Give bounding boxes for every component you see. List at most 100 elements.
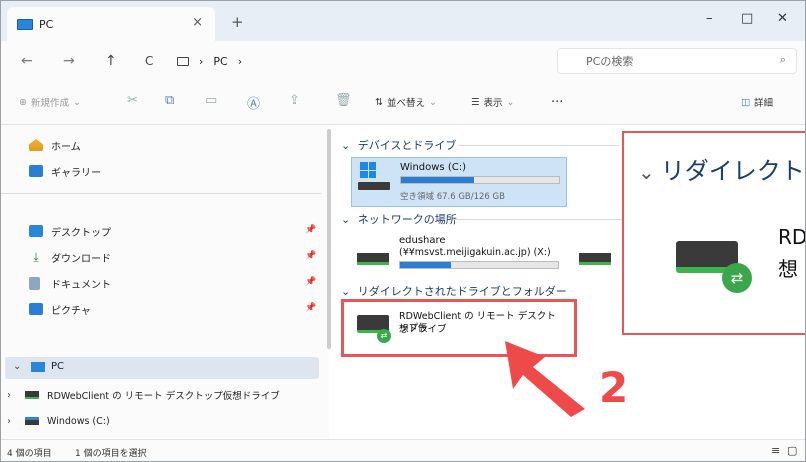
command-bar: ⊕ 新規作成 ⌄ ✂ ⧉ ▭ Ⓐ ⇪ 🗑 ⇅ 並べ替え ⌄ ☰ 表示 ⌄ ...…	[1, 81, 805, 125]
share-icon[interactable]: ⇪	[289, 93, 300, 108]
tree-item-label: Windows (C:)	[47, 415, 110, 427]
tree-item-label: PC	[51, 361, 65, 372]
copy-icon[interactable]: ⧉	[165, 93, 174, 108]
group-divider	[459, 145, 619, 146]
maximize-icon[interactable]: □	[741, 11, 753, 26]
tab-close-icon[interactable]: ×	[192, 15, 203, 30]
tab-pc[interactable]: PC ×	[7, 7, 215, 41]
new-tab-icon[interactable]: +	[231, 13, 244, 31]
minimize-icon[interactable]: –	[706, 11, 713, 26]
gallery-icon	[29, 165, 43, 177]
delete-icon[interactable]: 🗑	[335, 93, 352, 108]
group-devices-header[interactable]: ⌄ デバイスとドライブ	[341, 137, 456, 153]
up-icon[interactable]: ↑	[105, 53, 117, 69]
zoom-text-1: RD	[778, 225, 806, 249]
details-view-icon[interactable]: ≡	[771, 444, 780, 457]
forward-icon[interactable]: →	[63, 53, 75, 69]
details-label: 詳細	[753, 98, 773, 109]
pin-icon: 📌	[305, 225, 317, 235]
tiles-view-icon[interactable]: ▢	[787, 444, 797, 457]
tree-item-windows[interactable]: › Windows (C:)	[7, 411, 110, 431]
search-placeholder: PCの検索	[586, 55, 634, 68]
chevron-down-icon: ⌄	[341, 213, 351, 226]
pin-icon: 📌	[305, 251, 317, 261]
drive-free-space: 空き領域 67.6 GB/126 GB	[400, 192, 505, 202]
tree-item-pc[interactable]: ⌄ PC	[5, 357, 319, 379]
sidebar-item-documents[interactable]: ドキュメント	[29, 273, 111, 293]
more-options-icon[interactable]: ...	[551, 91, 563, 106]
group-network-header[interactable]: ⌄ ネットワークの場所	[341, 211, 457, 227]
windows-logo-icon	[360, 162, 376, 178]
details-button[interactable]: ◫ 詳細	[741, 95, 773, 110]
chevron-down-icon: ⌄	[428, 96, 437, 108]
drive-usage-bar	[400, 176, 560, 184]
sidebar-item-label: ホーム	[51, 141, 81, 153]
tab-bar: PC × + – □ ✕	[1, 1, 805, 41]
sidebar-item-gallery[interactable]: ギャラリー	[29, 161, 101, 181]
cut-icon[interactable]: ✂	[127, 93, 138, 108]
paste-icon[interactable]: ▭	[205, 93, 217, 108]
sort-button[interactable]: ⇅ 並べ替え ⌄	[375, 95, 437, 110]
search-input[interactable]: PCの検索 ⌕	[557, 48, 797, 74]
view-icon: ☰	[471, 96, 480, 108]
group-label: デバイスとドライブ	[357, 139, 457, 152]
sidebar-item-downloads[interactable]: ⤓ ダウンロード	[29, 247, 111, 267]
tree-item-label: RDWebClient の リモート デスクトップ仮想ドライブ	[47, 391, 280, 402]
sidebar-divider	[1, 193, 321, 194]
chevron-down-icon: ⌄	[72, 96, 81, 108]
network-drive-icon[interactable]	[579, 253, 611, 265]
close-window-icon[interactable]: ✕	[777, 11, 788, 26]
document-icon	[29, 276, 40, 290]
sidebar-item-home[interactable]: ホーム	[29, 135, 81, 155]
chevron-down-icon: ⌄	[506, 96, 515, 108]
sidebar-item-label: ピクチャ	[51, 305, 91, 317]
chevron-right-icon: ›	[7, 389, 11, 401]
refresh-icon[interactable]: C	[145, 54, 153, 68]
sort-label: 並べ替え	[386, 98, 425, 109]
network-drive-icon	[25, 391, 39, 399]
sidebar-item-label: ドキュメント	[51, 279, 111, 291]
navigation-pane: ホーム ギャラリー デスクトップ 📌 ⤓ ダウンロード 📌 ドキュメント 📌 ピ…	[1, 125, 329, 439]
drive-usage-bar	[399, 261, 559, 269]
windows-drive-icon	[25, 417, 39, 425]
chevron-down-icon: ⌄	[13, 361, 22, 372]
tab-title: PC	[39, 17, 54, 31]
rename-icon[interactable]: Ⓐ	[247, 93, 260, 112]
breadcrumb-pc[interactable]: PC	[213, 55, 227, 68]
sidebar-item-desktop[interactable]: デスクトップ	[29, 221, 111, 241]
chevron-down-icon: ⌄	[638, 160, 655, 184]
sort-icon: ⇅	[375, 96, 383, 108]
zoom-callout: ⌄ リダイレクト ⇄ RD 想	[622, 131, 806, 335]
windows-drive-tile[interactable]: Windows (C:) 空き領域 67.6 GB/126 GB	[351, 157, 567, 207]
step-number: 2	[599, 363, 629, 412]
annotation-arrow	[505, 341, 585, 417]
view-label: 表示	[483, 98, 503, 109]
new-button[interactable]: ⊕ 新規作成 ⌄	[19, 95, 81, 110]
explorer-window: PC × + – □ ✕ ← → ↑ C › PC › PCの検索 ⌕ ⊕ 新規…	[0, 0, 806, 462]
download-icon: ⤓	[33, 249, 39, 264]
sidebar-item-label: デスクトップ	[51, 227, 111, 239]
back-icon[interactable]: ←	[21, 53, 33, 69]
details-pane-icon: ◫	[741, 96, 750, 108]
item-count: 4 個の項目	[7, 449, 52, 459]
pin-icon: 📌	[305, 277, 317, 287]
selected-count: 1 個の項目を選択	[75, 449, 147, 459]
tree-item-rdweb[interactable]: › RDWebClient の リモート デスクトップ仮想ドライブ	[7, 385, 280, 405]
home-icon	[29, 139, 43, 151]
chevron-right-icon: ›	[237, 54, 243, 68]
drive-path: (¥¥msvst.meijigakuin.ac.jp) (X:)	[399, 247, 551, 258]
group-label: ネットワークの場所	[357, 213, 457, 226]
sidebar-scrollbar[interactable]	[327, 129, 331, 349]
new-label: 新規作成	[30, 98, 69, 109]
zoom-remote-arrow-icon: ⇄	[722, 263, 752, 293]
navigation-bar: ← → ↑ C › PC › PCの検索 ⌕	[1, 41, 805, 81]
drive-name: edushare	[399, 235, 446, 246]
view-button[interactable]: ☰ 表示 ⌄	[471, 95, 515, 110]
group-label: リダイレクトされたドライブとフォルダー	[357, 285, 567, 298]
sidebar-item-pictures[interactable]: ピクチャ	[29, 299, 91, 319]
group-redirected-header[interactable]: ⌄ リダイレクトされたドライブとフォルダー	[341, 283, 567, 299]
address-bar[interactable]: › PC ›	[177, 48, 549, 74]
pictures-icon	[29, 303, 43, 315]
zoom-title: リダイレクト	[660, 157, 805, 185]
search-icon[interactable]: ⌕	[780, 53, 786, 67]
